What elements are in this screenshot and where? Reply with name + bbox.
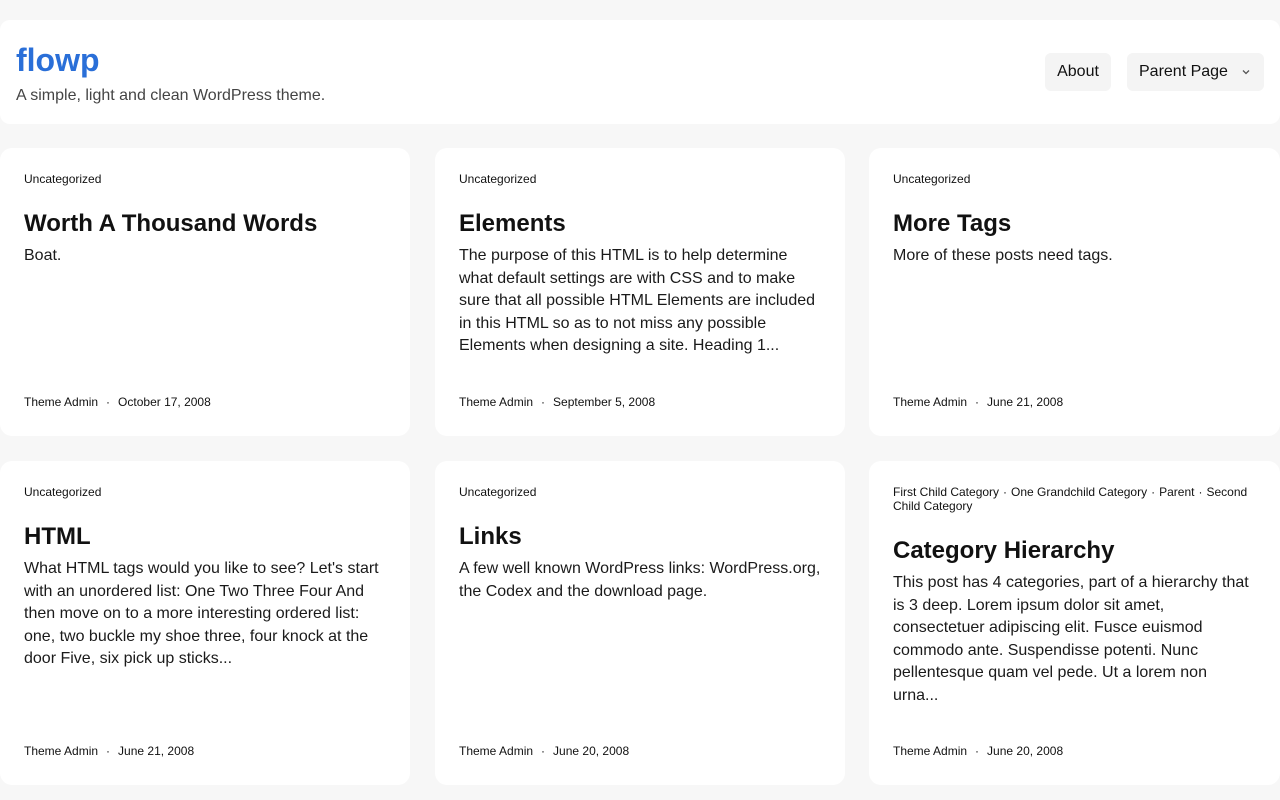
post-author[interactable]: Theme Admin — [24, 744, 98, 758]
nav-parent-page-dropdown[interactable]: Parent Page — [1127, 53, 1264, 91]
site-header: flowp A simple, light and clean WordPres… — [0, 20, 1280, 124]
post-date[interactable]: September 5, 2008 — [553, 395, 655, 409]
category-link[interactable]: Uncategorized — [459, 172, 536, 186]
post-date[interactable]: October 17, 2008 — [118, 395, 211, 409]
meta-separator: · — [975, 744, 980, 758]
meta-separator: · — [106, 395, 111, 409]
category-link[interactable]: First Child Category — [893, 485, 999, 499]
post-author[interactable]: Theme Admin — [459, 744, 533, 758]
post-title[interactable]: Category Hierarchy — [893, 536, 1256, 566]
category-separator: · — [1198, 485, 1203, 499]
post-title[interactable]: Elements — [459, 209, 821, 239]
meta-separator: · — [106, 744, 111, 758]
post-author[interactable]: Theme Admin — [893, 744, 967, 758]
post-author[interactable]: Theme Admin — [24, 395, 98, 409]
post-excerpt: A few well known WordPress links: WordPr… — [459, 560, 821, 600]
post-excerpt: What HTML tags would you like to see? Le… — [24, 560, 379, 667]
post-card: Uncategorized Links A few well known Wor… — [435, 461, 845, 785]
post-author[interactable]: Theme Admin — [893, 395, 967, 409]
category-separator: · — [1151, 485, 1156, 499]
meta-separator: · — [541, 744, 546, 758]
post-date[interactable]: June 21, 2008 — [987, 395, 1063, 409]
category-link[interactable]: Parent — [1159, 485, 1194, 499]
post-meta: Theme Admin · October 17, 2008 — [24, 395, 211, 409]
meta-separator: · — [541, 395, 546, 409]
post-categories: Uncategorized — [893, 172, 1250, 186]
post-categories: Uncategorized — [24, 485, 380, 499]
post-card: Uncategorized Worth A Thousand Words Boa… — [0, 148, 410, 436]
post-meta: Theme Admin · September 5, 2008 — [459, 395, 655, 409]
post-author[interactable]: Theme Admin — [459, 395, 533, 409]
post-date[interactable]: June 20, 2008 — [553, 744, 629, 758]
post-card: Uncategorized Elements The purpose of th… — [435, 148, 845, 436]
post-title[interactable]: HTML — [24, 522, 386, 552]
category-link[interactable]: Uncategorized — [459, 485, 536, 499]
post-title[interactable]: More Tags — [893, 209, 1256, 239]
post-excerpt: This post has 4 categories, part of a hi… — [893, 574, 1249, 704]
post-date[interactable]: June 20, 2008 — [987, 744, 1063, 758]
nav-parent-page-label: Parent Page — [1139, 63, 1228, 80]
post-meta: Theme Admin · June 20, 2008 — [893, 744, 1063, 758]
site-description: A simple, light and clean WordPress them… — [16, 87, 326, 104]
category-link[interactable]: Uncategorized — [893, 172, 970, 186]
chevron-down-icon — [1242, 70, 1250, 75]
post-excerpt: Boat. — [24, 247, 62, 264]
post-categories: Uncategorized — [24, 172, 380, 186]
post-categories: First Child Category · One Grandchild Cate… — [893, 485, 1250, 513]
category-link[interactable]: Uncategorized — [24, 485, 101, 499]
post-title[interactable]: Worth A Thousand Words — [24, 209, 386, 239]
meta-separator: · — [975, 395, 980, 409]
post-categories: Uncategorized — [459, 485, 815, 499]
category-link[interactable]: Uncategorized — [24, 172, 101, 186]
post-excerpt: More of these posts need tags. — [893, 247, 1113, 264]
category-link[interactable]: One Grandchild Category — [1011, 485, 1147, 499]
post-meta: Theme Admin · June 20, 2008 — [459, 744, 629, 758]
post-card: Uncategorized More Tags More of these po… — [869, 148, 1280, 436]
post-date[interactable]: June 21, 2008 — [118, 744, 194, 758]
post-meta: Theme Admin · June 21, 2008 — [24, 744, 194, 758]
nav-about-link[interactable]: About — [1045, 53, 1111, 91]
post-meta: Theme Admin · June 21, 2008 — [893, 395, 1063, 409]
post-title[interactable]: Links — [459, 522, 821, 552]
post-card: Uncategorized HTML What HTML tags would … — [0, 461, 410, 785]
post-categories: Uncategorized — [459, 172, 815, 186]
post-excerpt: The purpose of this HTML is to help dete… — [459, 247, 816, 354]
post-card: First Child Category · One Grandchild Cate… — [869, 461, 1280, 785]
category-separator: · — [1003, 485, 1008, 499]
site-title[interactable]: flowp — [16, 42, 100, 78]
